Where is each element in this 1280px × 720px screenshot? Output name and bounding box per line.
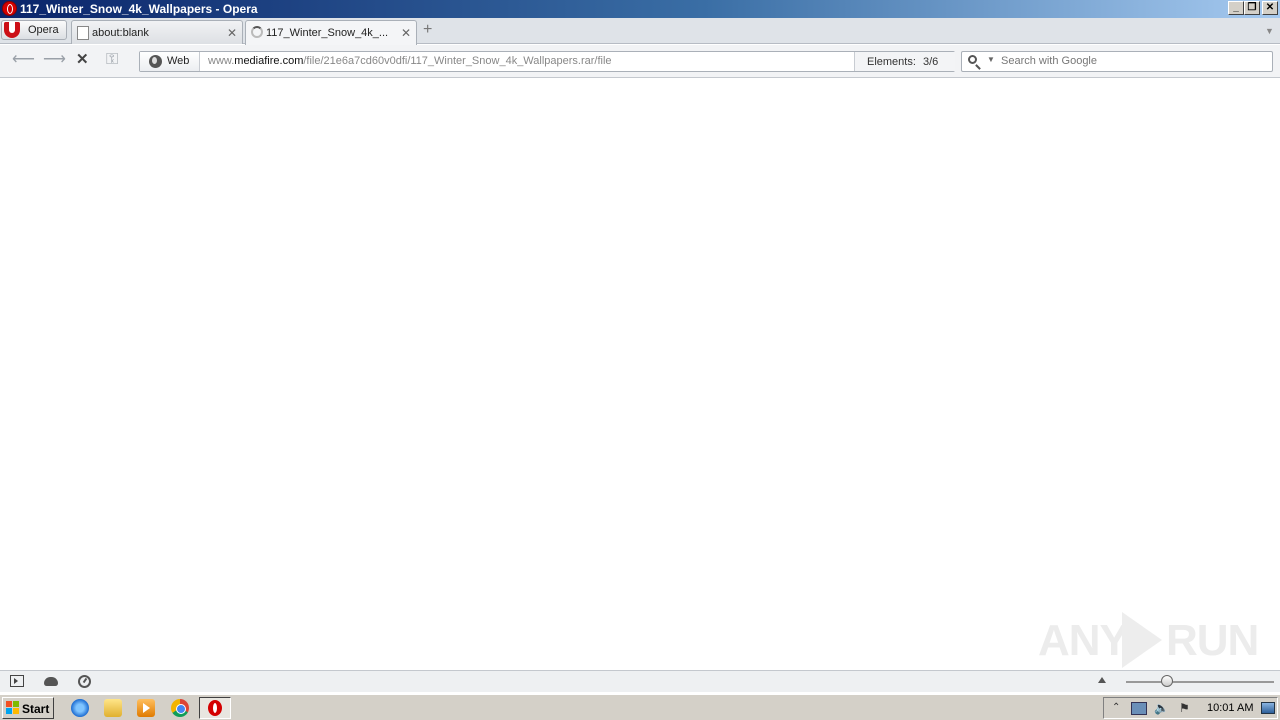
loading-spinner-icon xyxy=(251,26,263,38)
url-prefix: www. xyxy=(208,55,235,67)
search-placeholder: Search with Google xyxy=(1001,55,1097,67)
opera-logo-icon xyxy=(2,1,17,16)
show-desktop-button[interactable] xyxy=(1261,702,1275,714)
taskbar: Start ⌃ 🔈 ⚑ 10:01 AM xyxy=(0,694,1280,720)
close-button[interactable]: ✕ xyxy=(1262,1,1278,15)
page-icon xyxy=(77,26,89,40)
watermark-text-left: ANY xyxy=(1038,616,1129,665)
new-tab-button[interactable]: + xyxy=(423,22,432,38)
action-center-flag-icon[interactable]: ⚑ xyxy=(1179,701,1190,715)
stop-button[interactable]: ✕ xyxy=(76,52,89,68)
search-field[interactable]: ▼ Search with Google xyxy=(961,51,1273,72)
elements-label: Elements: xyxy=(867,56,916,68)
start-button[interactable]: Start xyxy=(2,697,54,719)
url-path: /file/21e6a7cd60v0dfi/117_Winter_Snow_4k… xyxy=(303,55,612,67)
cloud-icon[interactable] xyxy=(44,677,58,686)
speed-dial-icon[interactable] xyxy=(78,675,91,688)
url-text[interactable]: www.mediafire.com/file/21e6a7cd60v0dfi/1… xyxy=(208,55,612,67)
volume-icon[interactable]: 🔈 xyxy=(1154,701,1169,715)
opera-taskbar-button[interactable] xyxy=(199,697,231,719)
tab-close-icon[interactable]: ✕ xyxy=(401,26,411,40)
page-content xyxy=(0,79,1280,670)
minimize-button[interactable]: _ xyxy=(1228,1,1244,15)
forward-button[interactable]: ⟶ xyxy=(43,52,66,68)
panel-toggle-icon[interactable] xyxy=(10,675,24,687)
windows-logo-icon xyxy=(6,701,20,715)
tab-about-blank[interactable]: about:blank ✕ xyxy=(71,20,243,44)
address-field[interactable]: Web www.mediafire.com/file/21e6a7cd60v0d… xyxy=(139,51,955,72)
zoom-slider[interactable] xyxy=(1126,681,1274,683)
zoom-menu-arrow-icon[interactable] xyxy=(1098,677,1106,683)
url-host: mediafire.com xyxy=(234,55,304,67)
tab-mediafire[interactable]: 117_Winter_Snow_4k_... ✕ xyxy=(245,20,417,45)
back-button[interactable]: ⟵ xyxy=(12,52,35,68)
media-player-icon[interactable] xyxy=(137,699,155,717)
search-icon xyxy=(968,55,977,64)
chrome-icon[interactable] xyxy=(171,699,189,717)
title-bar: 117_Winter_Snow_4k_Wallpapers - Opera _ … xyxy=(0,0,1280,18)
web-badge-label: Web xyxy=(167,55,190,67)
watermark-text-right: RUN xyxy=(1166,616,1259,665)
opera-o-icon xyxy=(4,22,22,38)
elements-value: 3/6 xyxy=(923,56,939,68)
clock[interactable]: 10:01 AM xyxy=(1207,702,1253,714)
globe-icon xyxy=(149,55,162,68)
restore-button[interactable]: ❐ xyxy=(1244,1,1260,15)
file-explorer-icon[interactable] xyxy=(104,699,122,717)
watermark-play-icon xyxy=(1122,612,1162,668)
anyrun-watermark: ANY RUN xyxy=(1038,610,1259,670)
tab-close-icon[interactable]: ✕ xyxy=(227,26,237,40)
internet-explorer-icon[interactable] xyxy=(71,699,89,717)
status-bar xyxy=(0,670,1280,692)
system-tray: ⌃ 🔈 ⚑ 10:01 AM xyxy=(1103,697,1278,719)
show-hidden-icons-icon[interactable]: ⌃ xyxy=(1112,702,1120,713)
window-title: 117_Winter_Snow_4k_Wallpapers - Opera xyxy=(20,2,258,16)
opera-menu-button[interactable]: Opera xyxy=(1,20,67,40)
web-badge[interactable]: Web xyxy=(140,52,200,71)
tab-title: 117_Winter_Snow_4k_... xyxy=(266,27,389,39)
start-label: Start xyxy=(22,702,50,716)
key-icon[interactable]: ⚿ xyxy=(106,52,118,68)
network-icon[interactable] xyxy=(1131,702,1147,715)
zoom-slider-handle[interactable] xyxy=(1161,675,1173,687)
elements-counter: Elements: 3/6 xyxy=(854,52,955,71)
tab-title: about:blank xyxy=(92,27,149,39)
tab-bar: Opera about:blank ✕ 117_Winter_Snow_4k_.… xyxy=(0,18,1280,45)
tab-menu-chevron-icon[interactable]: ▼ xyxy=(1265,26,1274,36)
address-toolbar: ⟵ ⟶ ✕ ⚿ Web www.mediafire.com/file/21e6a… xyxy=(0,45,1280,78)
opera-menu-label: Opera xyxy=(28,24,59,36)
search-engine-dropdown-icon[interactable]: ▼ xyxy=(987,55,995,64)
